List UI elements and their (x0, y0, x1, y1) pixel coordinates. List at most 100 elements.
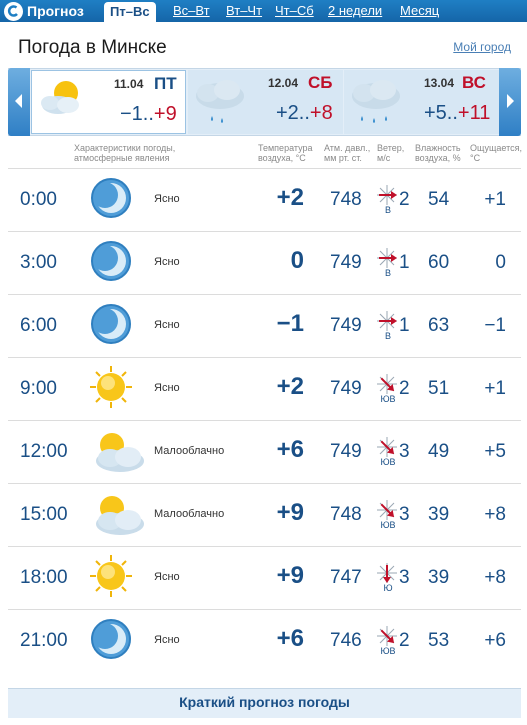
arrow-right-icon (507, 94, 514, 108)
row-humidity: 39 (428, 504, 450, 525)
rain-cloud-icon (348, 74, 404, 135)
brand-label: Прогноз (27, 3, 84, 19)
row-time: 15:00 (20, 504, 68, 525)
row-wind-speed: 1 (399, 315, 410, 336)
next-days-button[interactable] (499, 68, 521, 136)
row-wind-speed: 1 (399, 252, 410, 273)
row-condition: Ясно (154, 256, 180, 268)
my-city-link[interactable]: Мой город (453, 40, 511, 54)
row-pressure: 748 (330, 504, 362, 525)
table-row: 0:00 Ясно +2 748 В 2 54 +1 (8, 168, 521, 231)
rain-cloud-icon (192, 74, 248, 135)
row-time: 6:00 (20, 315, 57, 336)
moon-icon (88, 616, 134, 667)
day-name: ПТ (154, 74, 177, 93)
row-feels-like: +5 (484, 441, 506, 462)
top-nav: Прогноз Пт–Вс Вс–Вт Вт–Чт Чт–Сб 2 недели… (0, 0, 527, 22)
row-humidity: 63 (428, 315, 450, 336)
sun-cloud-icon (88, 490, 148, 545)
moon-icon (88, 175, 134, 226)
row-time: 21:00 (20, 630, 68, 651)
row-wind-speed: 2 (399, 630, 410, 651)
row-humidity: 51 (428, 378, 450, 399)
row-humidity: 54 (428, 189, 450, 210)
row-pressure: 749 (330, 252, 362, 273)
table-row: 3:00 Ясно 0 749 В 1 60 0 (8, 231, 521, 294)
tab-two-weeks[interactable]: 2 недели (328, 0, 382, 22)
row-feels-like: 0 (495, 252, 506, 273)
day-card-sat[interactable]: 12.04 СБ +2..+8 (188, 70, 343, 134)
row-time: 18:00 (20, 567, 68, 588)
row-condition: Ясно (154, 382, 180, 394)
table-row: 12:00 Малооблачно +6 749 ЮВ 3 49 +5 (8, 420, 521, 483)
day-temp-range: −1..+9 (120, 103, 177, 125)
day-card-fri[interactable]: 11.04 ПТ −1..+9 (31, 70, 186, 134)
table-row: 21:00 Ясно +6 746 ЮВ 2 53 +6 (8, 609, 521, 672)
row-temperature: +6 (276, 625, 304, 652)
day-name: ВС (462, 73, 486, 92)
row-feels-like: −1 (484, 315, 506, 336)
row-pressure: 749 (330, 441, 362, 462)
tab-thu-sat[interactable]: Чт–Сб (275, 0, 314, 22)
row-pressure: 748 (330, 189, 362, 210)
col-temp: Температура воздуха, °С (258, 143, 313, 163)
row-feels-like: +8 (484, 567, 506, 588)
row-condition: Ясно (154, 634, 180, 646)
row-pressure: 746 (330, 630, 362, 651)
day-date: 12.04 (268, 76, 299, 90)
col-pressure: Атм. давл., мм рт. ст. (324, 143, 371, 163)
row-humidity: 49 (428, 441, 450, 462)
row-feels-like: +8 (484, 504, 506, 525)
col-conditions: Характеристики погоды, атмосферные явлен… (74, 143, 176, 163)
row-wind-direction: В (384, 205, 391, 215)
table-row: 15:00 Малооблачно +9 748 ЮВ 3 39 +8 (8, 483, 521, 546)
row-wind-direction: ЮВ (380, 457, 396, 467)
row-wind-speed: 3 (399, 504, 410, 525)
arrow-left-icon (15, 94, 22, 108)
row-condition: Ясно (154, 571, 180, 583)
day-date: 13.04 (424, 76, 455, 90)
row-condition: Малооблачно (154, 445, 225, 457)
row-time: 3:00 (20, 252, 57, 273)
day-card-sun[interactable]: 13.04 ВС +5..+11 (344, 70, 499, 134)
tab-month[interactable]: Месяц (400, 0, 439, 22)
col-feels: Ощущается, °С (470, 143, 523, 163)
row-pressure: 747 (330, 567, 362, 588)
short-forecast-link[interactable]: Краткий прогноз погоды (179, 694, 350, 710)
row-wind-speed: 2 (399, 378, 410, 399)
row-feels-like: +1 (484, 189, 506, 210)
footer-bar: Краткий прогноз погоды (8, 688, 521, 718)
tab-fri-sun[interactable]: Пт–Вс (104, 2, 156, 22)
tab-tue-thu[interactable]: Вт–Чт (226, 0, 262, 22)
day-date: 11.04 (114, 77, 144, 91)
row-wind-direction: ЮВ (380, 646, 396, 656)
row-wind-direction: В (384, 268, 391, 278)
row-temperature: 0 (290, 247, 304, 274)
sun-icon (88, 364, 134, 415)
row-temperature: +6 (276, 436, 304, 463)
row-wind-speed: 3 (399, 441, 410, 462)
brand[interactable]: Прогноз (4, 0, 84, 22)
col-humidity: Влажность воздуха, % (415, 143, 461, 163)
row-wind-direction: ЮВ (380, 520, 396, 530)
row-pressure: 749 (330, 378, 362, 399)
sun-icon (88, 553, 134, 604)
table-row: 6:00 Ясно −1 749 В 1 63 −1 (8, 294, 521, 357)
row-pressure: 749 (330, 315, 362, 336)
prev-days-button[interactable] (8, 68, 30, 136)
row-temperature: −1 (276, 310, 304, 337)
row-wind-direction: Ю (383, 583, 393, 593)
row-time: 0:00 (20, 189, 57, 210)
row-wind-direction: В (384, 331, 391, 341)
day-temp-range: +5..+11 (424, 102, 491, 124)
row-feels-like: +6 (484, 630, 506, 651)
row-time: 12:00 (20, 441, 68, 462)
row-humidity: 53 (428, 630, 450, 651)
row-wind-direction: ЮВ (380, 394, 396, 404)
tab-sun-tue[interactable]: Вс–Вт (173, 0, 210, 22)
row-temperature: +9 (276, 499, 304, 526)
table-row: 18:00 Ясно +9 747 Ю 3 39 +8 (8, 546, 521, 609)
moon-icon (88, 301, 134, 352)
row-temperature: +2 (276, 184, 304, 211)
partly-cloudy-icon (36, 75, 88, 124)
